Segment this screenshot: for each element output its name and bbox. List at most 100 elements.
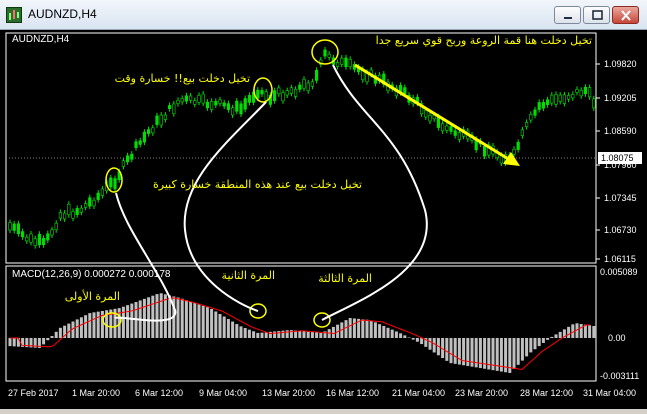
time-tick: 27 Feb 2017 [8,388,59,398]
macd-bar [386,327,390,338]
candle-body [545,99,550,105]
macd-bar [453,338,457,364]
chart-window-icon [6,7,22,23]
candle-body [289,87,294,94]
candle-body [142,131,147,143]
candle-body [457,132,462,140]
macd-bar [310,332,314,338]
macd-bar [529,338,533,353]
macd-bar [180,298,184,338]
candle-body [424,110,428,118]
macd-bar [46,338,50,341]
macd-bar [588,325,592,338]
macd-bar [121,306,125,338]
macd-bar [583,324,587,338]
macd-bar [247,329,251,338]
macd-bar [319,332,323,338]
macd-bar [550,336,554,338]
candle-body [12,223,16,231]
macd-bar [579,323,583,338]
chart-canvas[interactable]: AUDNZD,H4 MACD(12,26,9) 0.000272 0.00017… [0,30,647,409]
window-title: AUDNZD,H4 [28,7,97,21]
candle-body [71,211,75,219]
macd-bar [201,305,205,338]
candle-body [583,86,587,95]
macd-bar [54,331,58,338]
candle-body [8,222,12,231]
macd-bar [403,335,407,338]
macd-bar [176,297,180,338]
candle-body [592,98,596,109]
macd-axis: 0.005089 0.00 -0.003111 [600,267,639,381]
restore-button[interactable] [583,6,610,24]
candle-body [516,142,520,150]
macd-bar [142,298,146,338]
candle-body [172,103,176,115]
price-tick: 1.06730 [604,225,637,235]
macd-bar [231,321,235,338]
candle-body [587,87,592,98]
macd-bar [226,319,230,338]
macd-bar [525,338,529,357]
macd-bar [130,303,134,338]
macd-bar [567,326,571,338]
macd-bar [302,331,306,338]
macd-bar [8,338,12,347]
macd-bar [277,331,281,338]
title-bar[interactable]: AUDNZD,H4 [0,0,647,30]
macd-bar [79,317,83,338]
candle-body [231,107,235,116]
candle-body [62,212,67,220]
time-tick: 31 Mar 04:00 [583,388,636,398]
candle-body [256,89,260,99]
candle-body [314,69,319,81]
close-button[interactable] [612,6,639,24]
candle-body [344,57,348,68]
candle-body [75,208,79,215]
candle-body [335,62,340,67]
candle-body [310,81,315,87]
macd-bar [84,315,88,338]
macd-bar [512,338,516,369]
candle-body [222,102,226,107]
candle-body [33,238,37,246]
chart-area[interactable]: AUDNZD,H4 MACD(12,26,9) 0.000272 0.00017… [0,30,647,409]
macd-bar [281,330,285,338]
candle-body [159,114,163,126]
macd-bar [554,334,558,338]
candle-body [88,197,92,207]
time-tick: 23 Mar 20:00 [455,388,508,398]
candle-body [147,129,151,134]
time-tick: 28 Mar 12:00 [520,388,573,398]
annotation-text: تخيل دخلت بيع!! خسارة وقت [115,72,250,85]
candle-body [37,233,41,246]
macd-bar [399,333,403,338]
annotation-text: المرة الثانية [222,269,275,282]
candle-body [41,237,46,246]
candle-body [348,59,352,67]
candle-body [134,141,138,148]
macd-bar [546,338,550,340]
candle-body [126,155,130,163]
symbol-label: AUDNZD,H4 [12,34,70,45]
candle-body [96,192,100,200]
candle-body [453,130,457,136]
macd-bar [407,337,411,338]
candle-body [193,100,197,105]
macd-bar [306,331,310,338]
minimize-button[interactable] [554,6,581,24]
macd-bar [58,327,62,338]
candle-body [20,231,25,238]
candle-body [432,115,436,120]
macd-bar [331,326,335,338]
price-tick: 1.08590 [604,126,637,136]
candle-body [180,98,184,103]
candle-body [302,78,306,89]
current-price-label: 1.08075 [601,153,634,163]
candle-body [138,140,142,145]
macd-bar [378,324,382,338]
macd-bar [193,302,197,338]
macd-bar [239,326,243,338]
candle-body [571,94,575,99]
macd-bar [126,305,130,338]
